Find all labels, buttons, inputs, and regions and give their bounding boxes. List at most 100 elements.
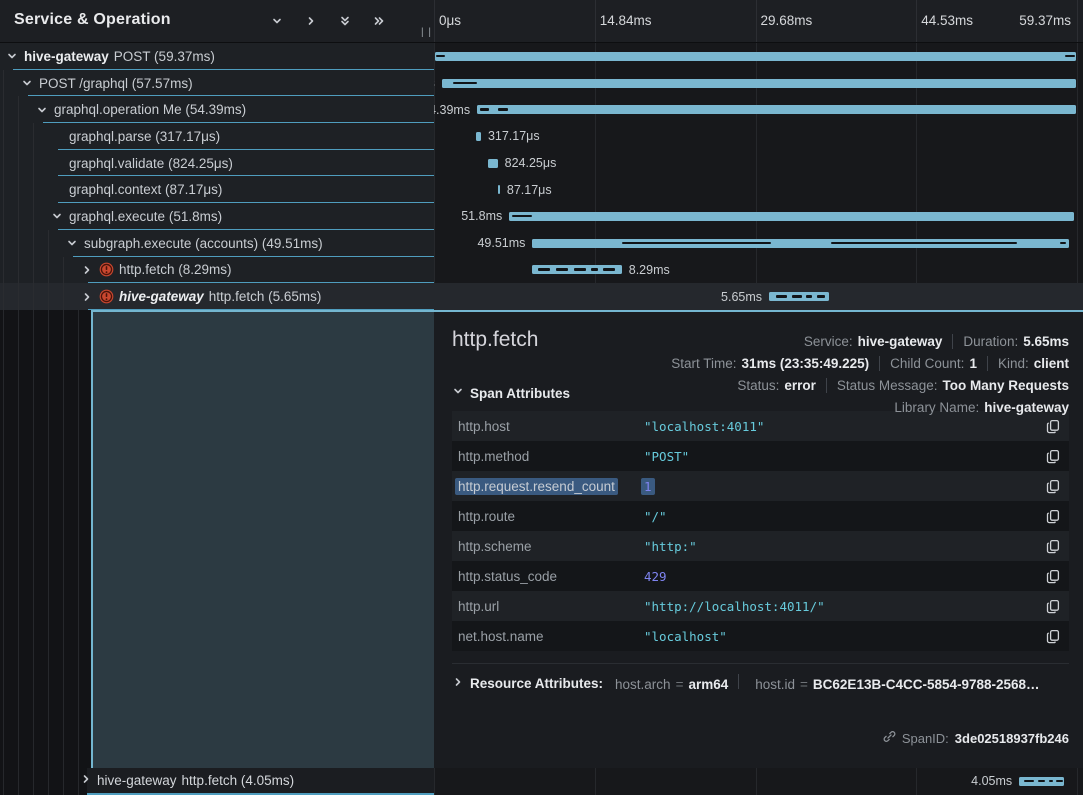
chevron-down-icon[interactable] — [20, 76, 34, 90]
copy-icon[interactable] — [1045, 569, 1061, 584]
span-duration-bar[interactable] — [435, 52, 1076, 61]
ruler-tick-label: 59.37ms — [1019, 13, 1071, 28]
timeline-row[interactable]: 5.65ms — [434, 283, 1083, 310]
child-span-marker — [831, 242, 1016, 245]
span-duration-bar[interactable] — [476, 132, 481, 141]
span-duration-label: 5.65ms — [721, 290, 762, 304]
meta-label: Kind: — [998, 356, 1029, 371]
span-tree-row[interactable]: graphql.validate (824.25μs) — [0, 150, 434, 177]
indent-guide — [18, 203, 19, 230]
span-tree-row[interactable]: http.fetch (8.29ms) — [0, 257, 434, 284]
span-tree-row[interactable]: POST /graphql (57.57ms) — [0, 70, 434, 97]
chevron-right-icon[interactable] — [80, 773, 92, 788]
timeline-row[interactable]: 824.25μs — [434, 150, 1083, 177]
span-tree-row[interactable]: graphql.operation Me (54.39ms) — [0, 96, 434, 123]
timeline-row[interactable]: 49.51ms — [434, 230, 1083, 257]
chevron-down-icon[interactable] — [270, 14, 284, 28]
timeline-row[interactable]: 57.57ms — [434, 70, 1083, 97]
chevron-down-icon[interactable] — [35, 103, 49, 117]
span-duration-bar[interactable] — [532, 239, 1068, 248]
span-service-name: hive-gateway — [24, 49, 109, 64]
equals-sign: = — [676, 677, 684, 692]
span-duration-label: 57.57ms — [434, 76, 435, 90]
chevron-down-icon[interactable] — [5, 49, 19, 63]
panel-resize-grip[interactable]: | | — [421, 27, 432, 38]
chevron-right-icon[interactable] — [304, 14, 318, 28]
timeline-row[interactable]: 54.39ms — [434, 96, 1083, 123]
timeline-row[interactable]: 51.8ms — [434, 203, 1083, 230]
span-duration-bar[interactable] — [1019, 777, 1064, 786]
indent-guide — [3, 310, 4, 768]
span-tree-row[interactable]: hive-gatewayhttp.fetch (5.65ms) — [0, 283, 434, 310]
chevron-down-icon[interactable] — [65, 236, 79, 250]
child-span-marker — [556, 268, 569, 271]
span-duration-bar[interactable] — [532, 265, 621, 274]
indent-guide — [3, 283, 4, 310]
span-tree-row[interactable]: graphql.execute (51.8ms) — [0, 203, 434, 230]
copy-icon[interactable] — [1045, 449, 1061, 464]
meta-label: Child Count: — [890, 356, 964, 371]
span-operation-name: http.fetch (4.05ms) — [182, 773, 295, 788]
chevron-right-icon[interactable] — [80, 263, 94, 277]
span-duration-bar[interactable] — [488, 159, 498, 168]
timeline-row[interactable]: 87.17μs — [434, 176, 1083, 203]
span-tree-row[interactable]: graphql.context (87.17μs) — [0, 176, 434, 203]
span-tree-row[interactable]: subgraph.execute (accounts) (49.51ms) — [0, 230, 434, 257]
attribute-value: "/" — [644, 509, 1045, 524]
span-tree-row[interactable]: hive-gatewayPOST (59.37ms) — [0, 43, 434, 70]
attribute-key: net.host.name — [458, 629, 644, 644]
timeline-row[interactable]: 8.29ms — [434, 257, 1083, 284]
meta-value: 5.65ms — [1023, 334, 1069, 349]
child-span-marker — [622, 242, 771, 245]
copy-icon[interactable] — [1045, 419, 1061, 434]
span-duration-bar[interactable] — [509, 212, 1074, 221]
span-detail-panel: http.fetch Service:hive-gatewayDuration:… — [434, 310, 1083, 768]
span-duration-bar[interactable] — [442, 79, 1077, 88]
indent-guide — [48, 257, 49, 284]
copy-icon[interactable] — [1045, 599, 1061, 614]
footer-span-row-left[interactable]: hive-gatewayhttp.fetch (4.05ms) — [0, 768, 434, 795]
span-tree-row[interactable]: graphql.parse (317.17μs) — [0, 123, 434, 150]
span-operation-name: graphql.operation Me (54.39ms) — [54, 102, 246, 117]
span-attributes-table: http.host"localhost:4011"http.method"POS… — [452, 411, 1069, 651]
attribute-value: "http:" — [644, 539, 1045, 554]
resource-attributes-row[interactable]: Resource Attributes: host.arch=arm64host… — [452, 674, 1069, 692]
span-duration-bar[interactable] — [477, 105, 1076, 114]
timeline-row[interactable]: 4.05ms — [434, 768, 1083, 795]
span-operation-name: POST /graphql (57.57ms) — [39, 76, 193, 91]
copy-icon[interactable] — [1045, 629, 1061, 644]
timeline-row[interactable]: 317.17μs — [434, 123, 1083, 150]
copy-icon[interactable] — [1045, 509, 1061, 524]
meta-label: Status: — [737, 378, 779, 393]
meta-value: client — [1034, 356, 1069, 371]
child-span-marker — [776, 295, 787, 298]
error-status-icon — [99, 262, 114, 277]
tree-header-actions — [270, 14, 386, 28]
span-duration-label: 824.25μs — [505, 156, 557, 170]
double-chevron-right-icon[interactable] — [372, 14, 386, 28]
section-divider — [452, 663, 1069, 664]
indent-guide — [63, 283, 64, 310]
indent-guide — [3, 257, 4, 284]
attribute-row: http.route"/" — [452, 501, 1069, 531]
double-chevron-down-icon[interactable] — [338, 14, 352, 28]
span-duration-bar[interactable] — [498, 185, 500, 194]
span-id-row: SpanID: 3de02518937fb246 — [883, 730, 1069, 746]
indent-guide — [18, 123, 19, 150]
ruler-gridline — [756, 0, 757, 42]
child-span-marker — [603, 268, 615, 271]
chevron-down-icon[interactable] — [50, 209, 64, 223]
indent-guide — [18, 176, 19, 203]
error-status-icon — [99, 289, 114, 304]
chevron-right-icon[interactable] — [80, 290, 94, 304]
timeline-row[interactable]: 59.37ms — [434, 43, 1083, 70]
copy-icon[interactable] — [1045, 539, 1061, 554]
span-duration-bar[interactable] — [769, 292, 829, 301]
span-operation-name: graphql.context (87.17μs) — [69, 182, 222, 197]
attribute-key: http.host — [458, 419, 644, 434]
attribute-value: "http://localhost:4011/" — [644, 599, 1045, 614]
footer-timeline-row[interactable]: 4.05ms — [434, 768, 1083, 795]
copy-icon[interactable] — [1045, 479, 1061, 494]
link-icon[interactable] — [883, 730, 896, 746]
indent-guide — [33, 230, 34, 257]
